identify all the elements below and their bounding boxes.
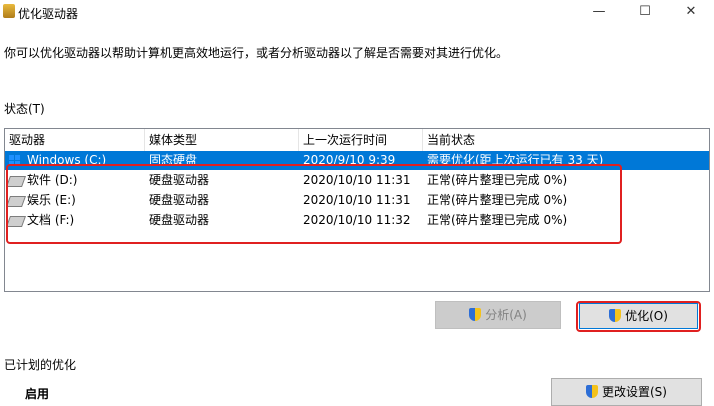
minimize-button[interactable]: —: [576, 0, 622, 26]
uac-shield-icon: [469, 308, 482, 321]
scheduled-optimization-label: 已计划的优化: [4, 358, 77, 372]
defrag-app-icon: [3, 4, 15, 18]
close-button[interactable]: ✕: [668, 0, 714, 26]
maximize-button[interactable]: ☐: [622, 0, 668, 26]
column-header-media-type[interactable]: 媒体类型: [145, 129, 299, 151]
description-text: 你可以优化驱动器以帮助计算机更高效地运行，或者分析驱动器以了解是否需要对其进行优…: [4, 46, 509, 60]
list-header: 驱动器 媒体类型 上一次运行时间 当前状态: [5, 129, 709, 151]
highlight-box-drives: [6, 164, 622, 244]
change-settings-button[interactable]: 更改设置(S): [551, 378, 702, 406]
scheduled-state: 启用: [25, 387, 50, 401]
uac-shield-icon: [586, 385, 598, 398]
column-header-current-status[interactable]: 当前状态: [423, 129, 709, 151]
highlight-box-optimize: [576, 301, 701, 332]
analyze-button-label: 分析(A): [485, 308, 527, 322]
column-header-drive[interactable]: 驱动器: [5, 129, 145, 151]
change-settings-label: 更改设置(S): [602, 385, 667, 399]
analyze-button: 分析(A): [435, 301, 561, 329]
column-header-last-run[interactable]: 上一次运行时间: [299, 129, 423, 151]
status-label: 状态(T): [4, 102, 45, 116]
title-bar: 优化驱动器 — ☐ ✕: [0, 0, 714, 26]
window-title: 优化驱动器: [18, 7, 79, 21]
